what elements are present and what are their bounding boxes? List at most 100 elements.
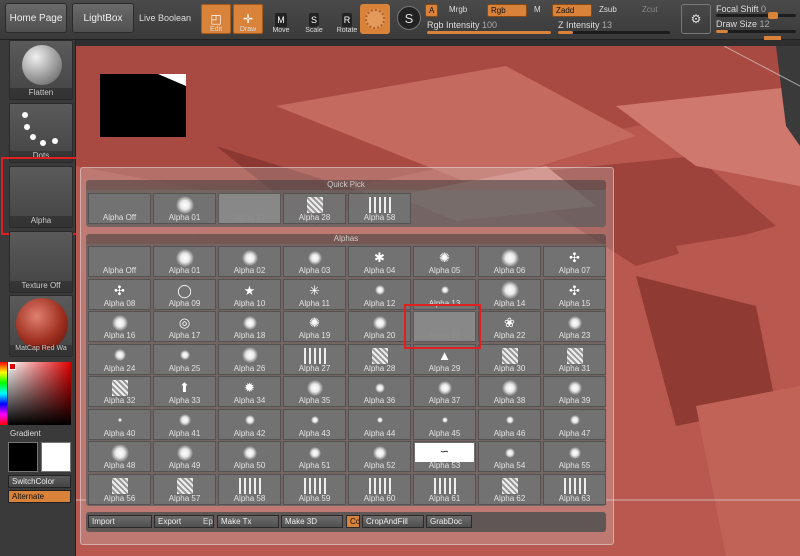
alpha-25-button[interactable]: Alpha 25 (153, 343, 216, 375)
alpha-46-button[interactable]: Alpha 46 (478, 408, 541, 440)
alpha-47-button[interactable]: Alpha 47 (543, 408, 606, 440)
alpha-16-button[interactable]: Alpha 16 (88, 311, 151, 342)
alpha-26-button[interactable]: Alpha 26 (218, 343, 281, 375)
alpha-22-button[interactable]: ❀ Alpha 22 (478, 311, 541, 342)
alpha-41-button[interactable]: Alpha 41 (153, 408, 216, 440)
make-3d-button[interactable]: Make 3D (281, 515, 343, 528)
alpha-62-button[interactable]: Alpha 62 (478, 473, 541, 505)
alpha-10-button[interactable]: ★ Alpha 10 (218, 278, 281, 310)
dots-stroke-button[interactable]: Dots (9, 103, 73, 163)
alpha-17-button[interactable]: ◎ Alpha 17 (153, 311, 216, 342)
alpha-35-button[interactable]: Alpha 35 (283, 376, 346, 407)
alpha-30-button[interactable]: Alpha 30 (478, 343, 541, 375)
flatten-brush-button[interactable]: Flatten (9, 40, 73, 100)
alpha-57-button[interactable]: Alpha 57 (153, 473, 216, 505)
alpha-52-button[interactable]: Alpha 52 (348, 441, 411, 472)
rgb-toggle[interactable]: Rgb (487, 4, 527, 17)
make-tx-button[interactable]: Make Tx (217, 515, 279, 528)
alpha-54-button[interactable]: Alpha 54 (478, 441, 541, 472)
spotlight-icon[interactable]: S (397, 6, 421, 30)
edit-tool-button[interactable]: ◰ Edit (201, 4, 231, 34)
brush-settings-icon[interactable]: ⚙ (681, 4, 711, 34)
alpha-59-button[interactable]: Alpha 59 (283, 473, 346, 505)
alpha-61-button[interactable]: Alpha 61 (413, 473, 476, 505)
zcut-toggle[interactable]: Zcut (639, 4, 661, 17)
alpha-55-button[interactable]: Alpha 55 (543, 441, 606, 472)
alpha-20-button[interactable]: Alpha 20 (348, 311, 411, 342)
texture-button[interactable]: Texture Off (9, 231, 73, 293)
mrgb-toggle[interactable]: Mrgb (446, 4, 470, 17)
alpha-38-button[interactable]: Alpha 38 (478, 376, 541, 407)
focal-shift-slider[interactable] (716, 12, 796, 19)
alpha-32-button[interactable]: Alpha 32 (88, 376, 151, 407)
alpha-05-button[interactable]: ✺ Alpha 05 (413, 246, 476, 277)
hue-strip[interactable] (0, 362, 7, 425)
alpha-08-button[interactable]: ✣ Alpha 08 (88, 278, 151, 310)
alpha-39-button[interactable]: Alpha 39 (543, 376, 606, 407)
alpha-43-button[interactable]: Alpha 43 (283, 408, 346, 440)
sphere-brush-icon[interactable] (360, 4, 390, 34)
rgb-intensity-slider[interactable] (427, 31, 551, 34)
alpha-48-button[interactable]: Alpha 48 (88, 441, 151, 472)
alpha-15-button[interactable]: ✣ Alpha 15 (543, 278, 606, 310)
alpha-44-button[interactable]: Alpha 44 (348, 408, 411, 440)
alpha-19-button[interactable]: ✺ Alpha 19 (283, 311, 346, 342)
alpha-28-button[interactable]: Alpha 28 (348, 343, 411, 375)
alpha-07-button[interactable]: ✣ Alpha 07 (543, 246, 606, 277)
crop-and-fill-button[interactable]: CropAndFill (362, 515, 424, 528)
alternate-button[interactable]: Alternate (8, 490, 71, 503)
alpha-09-button[interactable]: ◯ Alpha 09 (153, 278, 216, 310)
alpha-03-button[interactable]: Alpha 03 (283, 246, 346, 277)
z-intensity-slider[interactable] (558, 31, 670, 34)
a-toggle[interactable]: A (425, 4, 439, 17)
alpha-56-button[interactable]: Alpha 56 (88, 473, 151, 505)
alpha-02-button[interactable]: Alpha 02 (218, 246, 281, 277)
material-button[interactable]: MatCap Red Wa (9, 295, 73, 357)
grab-doc-button[interactable]: GrabDoc (426, 515, 472, 528)
alpha-36-button[interactable]: Alpha 36 (348, 376, 411, 407)
alpha-12-button[interactable]: Alpha 12 (348, 278, 411, 310)
rotate-tool-button[interactable]: R Rotate (332, 4, 362, 34)
alpha-53-button[interactable]: ∽ Alpha 53 (413, 441, 476, 472)
live-boolean-button[interactable]: Live Boolean (139, 13, 191, 23)
alpha-01-button[interactable]: Alpha 01 (153, 246, 216, 277)
alpha-49-button[interactable]: Alpha 49 (153, 441, 216, 472)
alpha-off-button[interactable]: Alpha Off (88, 193, 151, 224)
alpha-24-button[interactable]: Alpha 24 (88, 343, 151, 375)
alpha-04-button[interactable]: ✱ Alpha 04 (348, 246, 411, 277)
zadd-toggle[interactable]: Zadd (552, 4, 592, 17)
alpha-40-button[interactable]: Alpha 40 (88, 408, 151, 440)
alpha-63-button[interactable]: Alpha 63 (543, 473, 606, 505)
alpha-42-button[interactable]: Alpha 42 (218, 408, 281, 440)
alpha-34-button[interactable]: ✹ Alpha 34 (218, 376, 281, 407)
import-button[interactable]: Import (88, 515, 152, 528)
ep-toggle[interactable]: Ep (203, 517, 213, 526)
draw-size-slider[interactable] (716, 30, 796, 33)
alpha-45-button[interactable]: Alpha 45 (413, 408, 476, 440)
alpha-11-button[interactable]: ✳ Alpha 11 (283, 278, 346, 310)
home-page-button[interactable]: Home Page (5, 3, 67, 33)
alpha-21-button[interactable]: Alpha 21 (218, 193, 281, 224)
cc-toggle[interactable]: Cc (346, 515, 360, 528)
alpha-31-button[interactable]: Alpha 31 (543, 343, 606, 375)
alpha-27-button[interactable]: Alpha 27 (283, 343, 346, 375)
alpha-28-button[interactable]: Alpha 28 (283, 193, 346, 224)
lightbox-button[interactable]: LightBox (72, 3, 134, 33)
alpha-58-button[interactable]: Alpha 58 (218, 473, 281, 505)
main-color-swatch[interactable] (8, 442, 38, 472)
alpha-51-button[interactable]: Alpha 51 (283, 441, 346, 472)
alpha-37-button[interactable]: Alpha 37 (413, 376, 476, 407)
scale-tool-button[interactable]: S Scale (299, 4, 329, 34)
alpha-18-button[interactable]: Alpha 18 (218, 311, 281, 342)
alpha-58-button[interactable]: Alpha 58 (348, 193, 411, 224)
alpha-50-button[interactable]: Alpha 50 (218, 441, 281, 472)
alpha-60-button[interactable]: Alpha 60 (348, 473, 411, 505)
switch-color-button[interactable]: SwitchColor (8, 475, 71, 488)
alpha-33-button[interactable]: ⬆ Alpha 33 (153, 376, 216, 407)
alpha-off-button[interactable]: Alpha Off (88, 246, 151, 277)
draw-tool-button[interactable]: ✛ Draw (233, 4, 263, 34)
alpha-01-button[interactable]: Alpha 01 (153, 193, 216, 224)
m-toggle[interactable]: M (531, 4, 544, 17)
secondary-color-swatch[interactable] (41, 442, 71, 472)
alpha-06-button[interactable]: Alpha 06 (478, 246, 541, 277)
